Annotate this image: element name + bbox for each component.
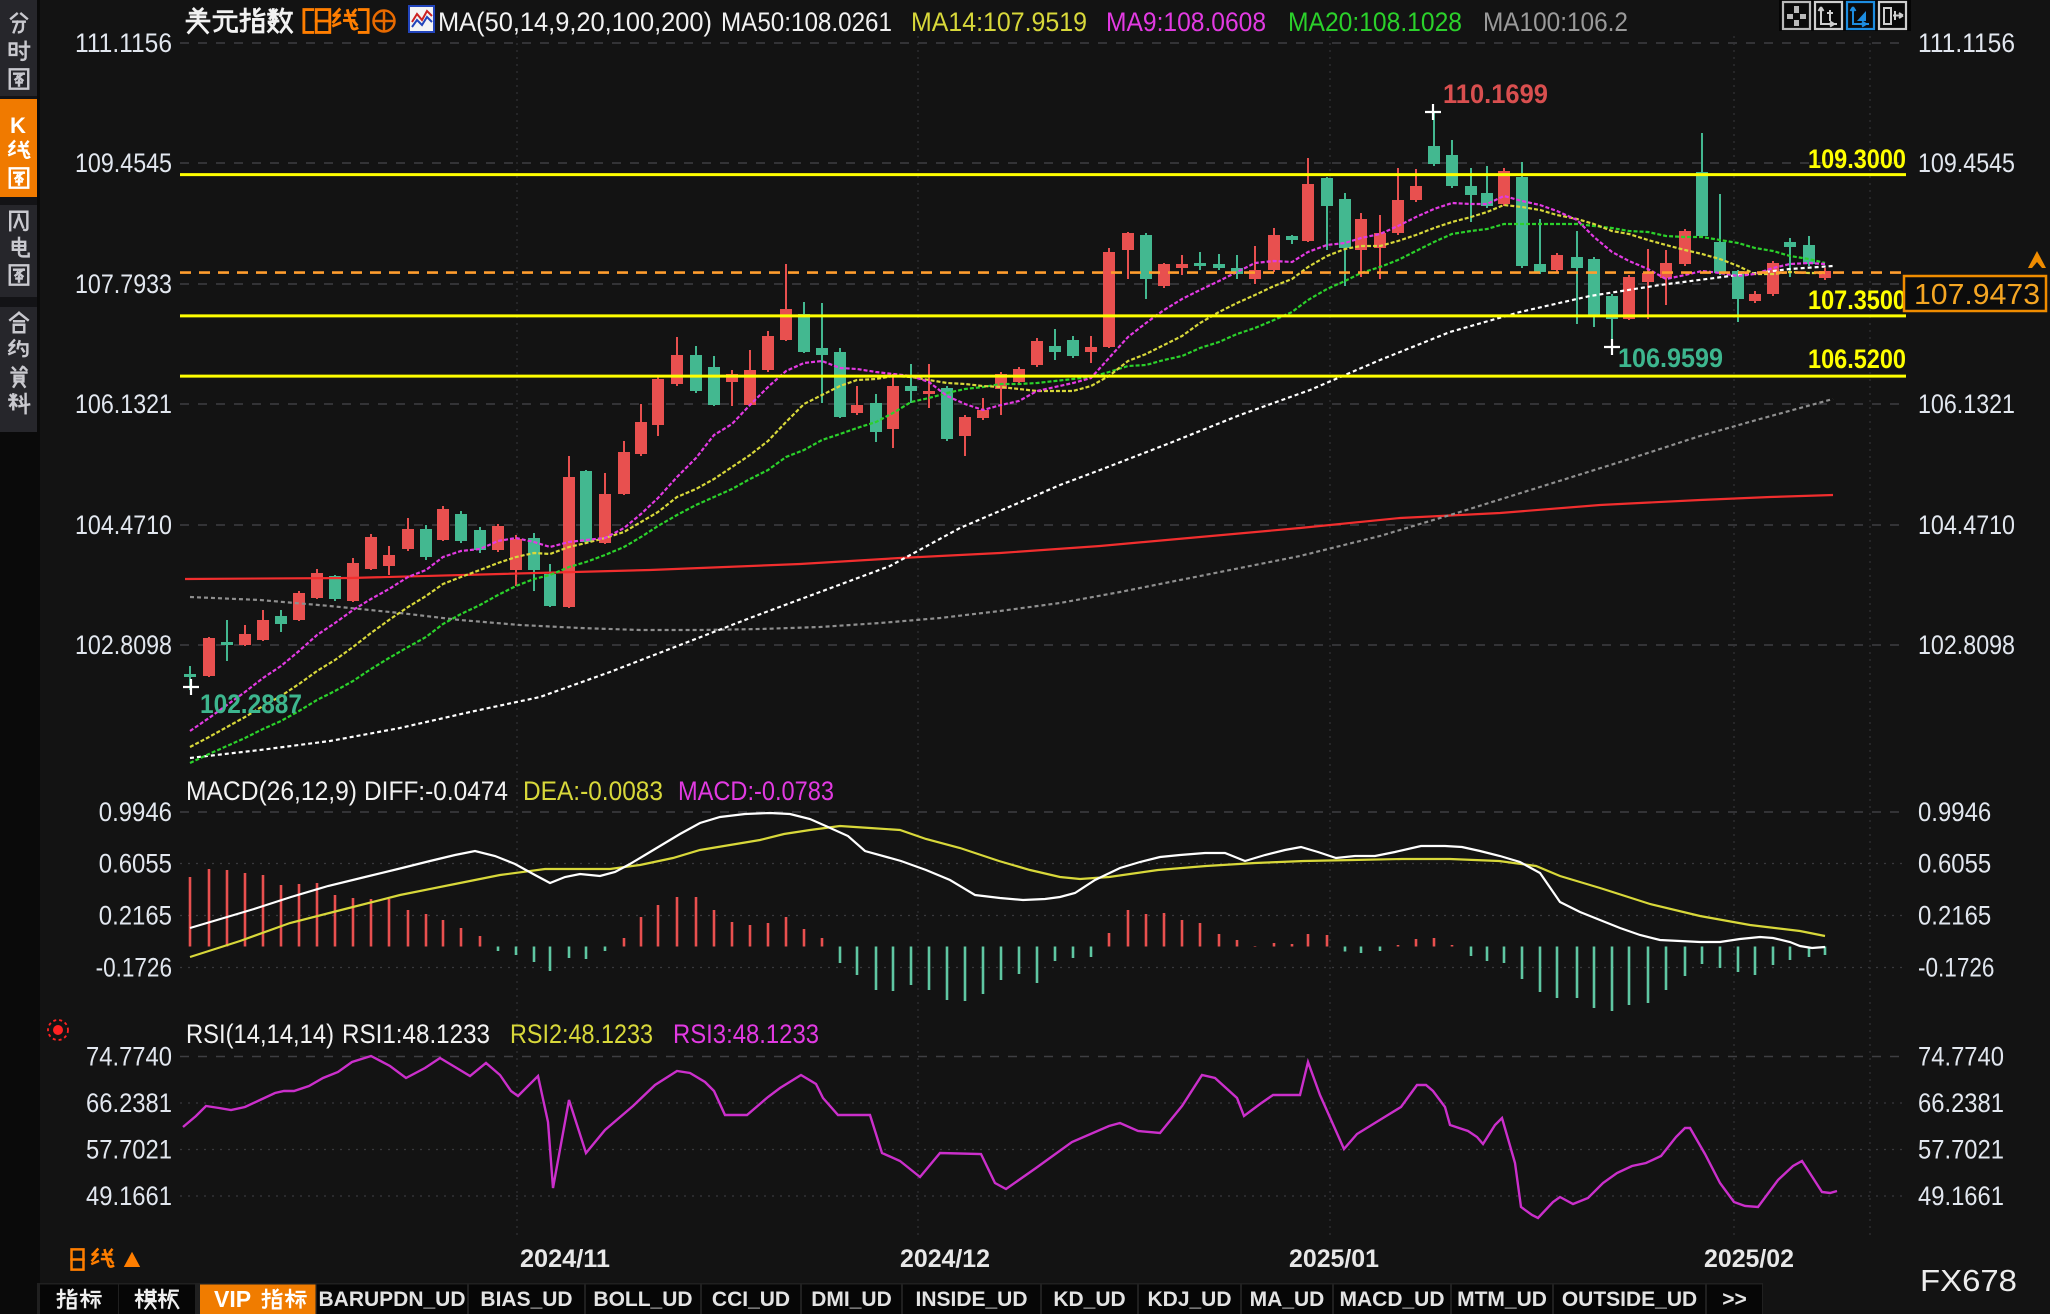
svg-text:RSI3:48.1233: RSI3:48.1233 [673, 1019, 819, 1049]
svg-text:RSI2:48.1233: RSI2:48.1233 [510, 1019, 653, 1049]
svg-text:RSI1:48.1233: RSI1:48.1233 [342, 1019, 490, 1049]
svg-text:0.2165: 0.2165 [99, 901, 172, 931]
svg-text:DIFF:-0.0474: DIFF:-0.0474 [364, 776, 508, 806]
svg-text:49.1661: 49.1661 [1918, 1181, 2004, 1211]
svg-text:DEA:-0.0083: DEA:-0.0083 [523, 776, 663, 806]
svg-text:VIP: VIP [214, 1286, 251, 1312]
svg-text:CCI_UD: CCI_UD [712, 1288, 790, 1311]
svg-text:2024/12: 2024/12 [900, 1245, 990, 1273]
svg-text:57.7021: 57.7021 [86, 1135, 172, 1165]
svg-text:107.7933: 107.7933 [75, 269, 172, 299]
svg-text:BIAS_UD: BIAS_UD [480, 1288, 572, 1311]
svg-text:MA100:106.2: MA100:106.2 [1483, 7, 1628, 37]
svg-text:110.1699: 110.1699 [1443, 79, 1548, 109]
svg-text:49.1661: 49.1661 [86, 1181, 172, 1211]
svg-text:>>: >> [1722, 1288, 1747, 1311]
svg-text:KDJ_UD: KDJ_UD [1147, 1288, 1231, 1311]
svg-text:MA20:108.1028: MA20:108.1028 [1288, 7, 1462, 37]
svg-text:111.1156: 111.1156 [1918, 28, 2015, 58]
svg-text:107.3500: 107.3500 [1808, 285, 1906, 315]
svg-text:102.8098: 102.8098 [1918, 630, 2015, 660]
svg-text:106.5200: 106.5200 [1808, 344, 1906, 374]
svg-text:-0.1726: -0.1726 [96, 953, 172, 983]
svg-text:0.9946: 0.9946 [1918, 797, 1991, 827]
svg-text:MA50:108.0261: MA50:108.0261 [721, 7, 892, 37]
svg-text:BOLL_UD: BOLL_UD [593, 1288, 692, 1311]
svg-text:MACD_UD: MACD_UD [1340, 1288, 1445, 1311]
svg-text:0.9946: 0.9946 [99, 797, 172, 827]
svg-text:INSIDE_UD: INSIDE_UD [915, 1288, 1027, 1311]
svg-text:OUTSIDE_UD: OUTSIDE_UD [1562, 1288, 1697, 1311]
svg-text:MACD:-0.0783: MACD:-0.0783 [678, 776, 834, 806]
svg-text:KD_UD: KD_UD [1053, 1288, 1125, 1311]
svg-text:109.4545: 109.4545 [1918, 148, 2015, 178]
svg-text:106.9599: 106.9599 [1618, 343, 1723, 373]
svg-text:0.2165: 0.2165 [1918, 901, 1991, 931]
svg-text:RSI(14,14,14): RSI(14,14,14) [186, 1019, 334, 1049]
svg-text:107.9473: 107.9473 [1914, 279, 2040, 311]
svg-text:DMI_UD: DMI_UD [811, 1288, 892, 1311]
svg-text:109.3000: 109.3000 [1808, 144, 1906, 174]
svg-text:K: K [10, 113, 26, 138]
svg-text:104.4710: 104.4710 [75, 510, 172, 540]
svg-text:74.7740: 74.7740 [86, 1042, 172, 1072]
svg-text:2025/02: 2025/02 [1704, 1245, 1794, 1273]
svg-text:0.6055: 0.6055 [99, 849, 172, 879]
svg-text:106.1321: 106.1321 [1918, 389, 2015, 419]
svg-text:66.2381: 66.2381 [86, 1088, 172, 1118]
svg-text:2025/01: 2025/01 [1289, 1245, 1379, 1273]
svg-text:BARUPDN_UD: BARUPDN_UD [318, 1288, 465, 1311]
svg-text:66.2381: 66.2381 [1918, 1088, 2004, 1118]
svg-text:111.1156: 111.1156 [75, 28, 172, 58]
svg-text:-0.1726: -0.1726 [1918, 953, 1994, 983]
svg-text:FX678: FX678 [1920, 1263, 2017, 1298]
svg-text:MACD(26,12,9): MACD(26,12,9) [186, 776, 357, 806]
svg-text:2024/11: 2024/11 [520, 1245, 610, 1273]
svg-text:57.7021: 57.7021 [1918, 1135, 2004, 1165]
svg-text:0.6055: 0.6055 [1918, 849, 1991, 879]
svg-text:MTM_UD: MTM_UD [1457, 1288, 1547, 1311]
svg-text:104.4710: 104.4710 [1918, 510, 2015, 540]
svg-text:74.7740: 74.7740 [1918, 1042, 2004, 1072]
svg-text:102.8098: 102.8098 [75, 630, 172, 660]
svg-text:MA_UD: MA_UD [1250, 1288, 1325, 1311]
svg-text:MA(50,14,9,20,100,200): MA(50,14,9,20,100,200) [438, 7, 712, 37]
svg-text:102.2887: 102.2887 [200, 689, 302, 719]
svg-text:109.4545: 109.4545 [75, 148, 172, 178]
svg-text:MA14:107.9519: MA14:107.9519 [911, 7, 1087, 37]
svg-text:106.1321: 106.1321 [75, 389, 172, 419]
svg-text:MA9:108.0608: MA9:108.0608 [1106, 7, 1266, 37]
